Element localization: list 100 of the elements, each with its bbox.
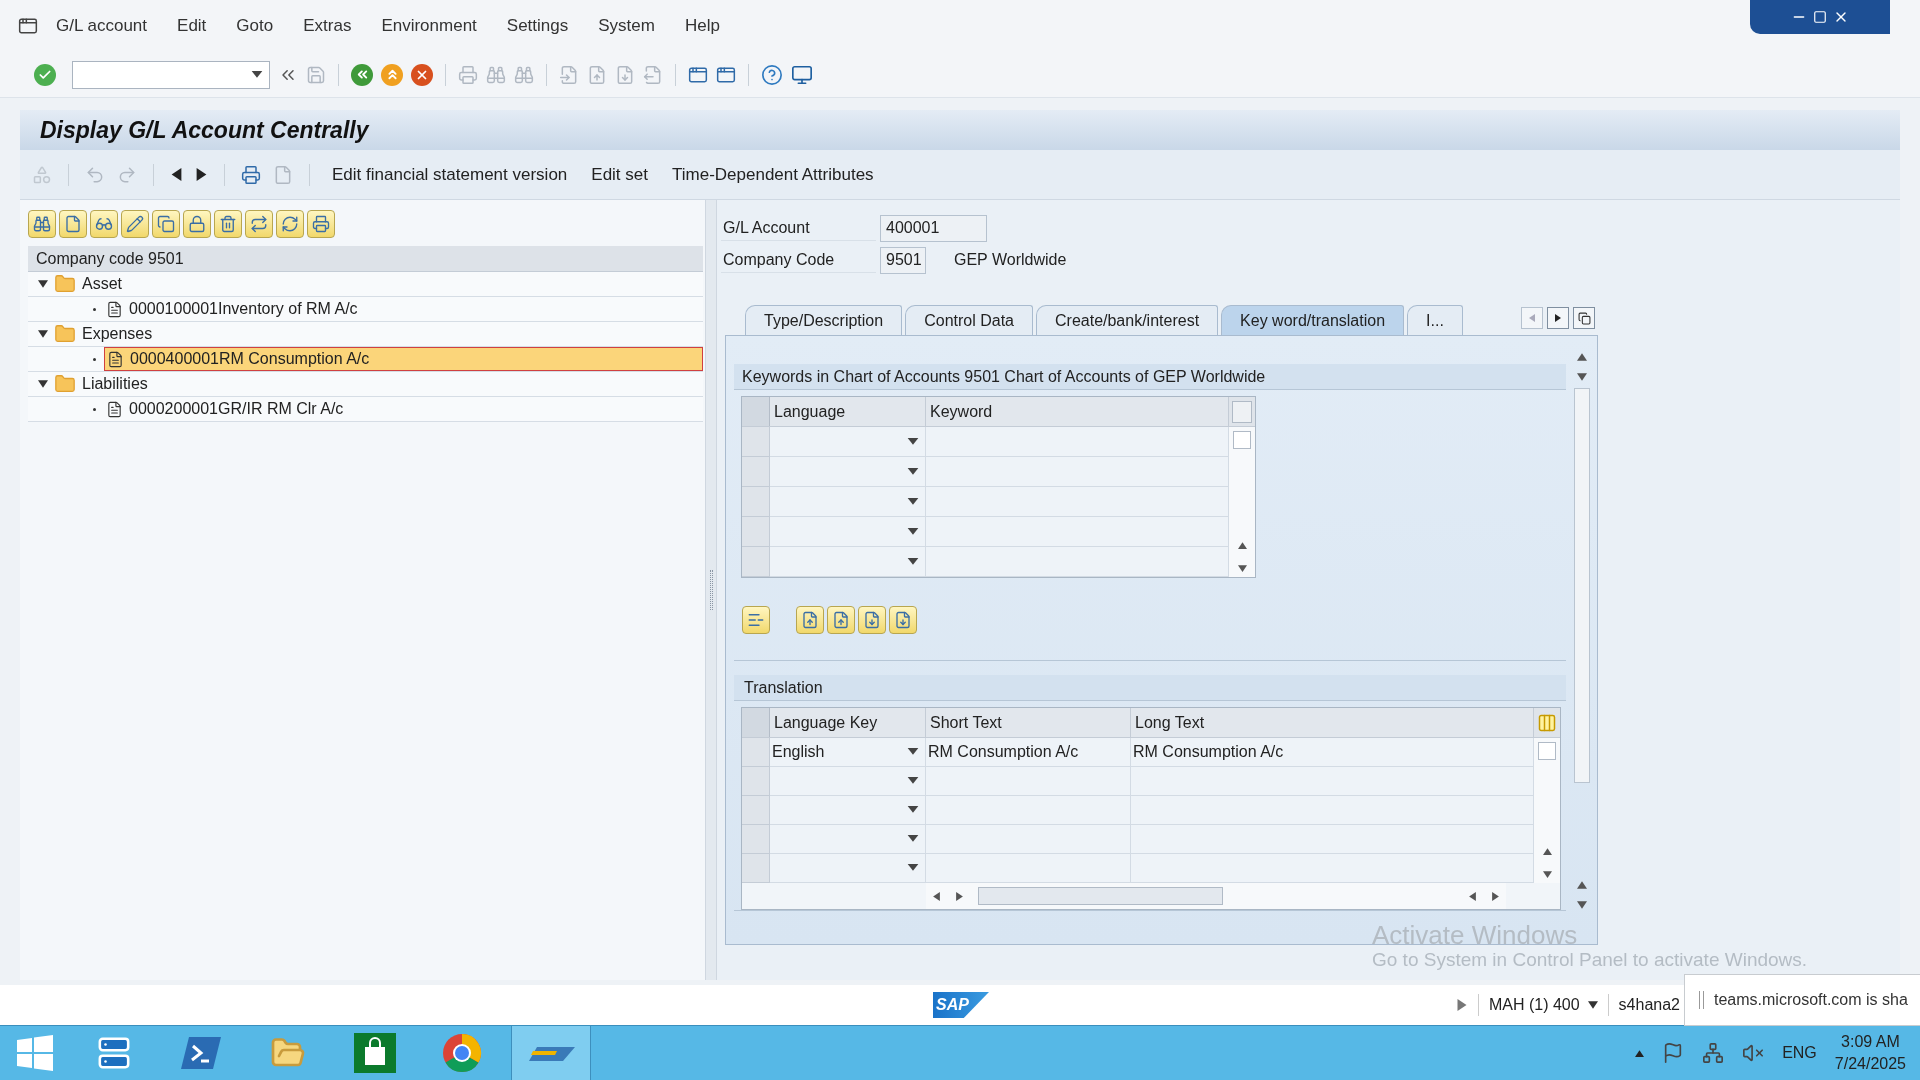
input-field[interactable] <box>1131 854 1534 883</box>
input-field[interactable] <box>926 547 1229 577</box>
dropdown-field[interactable] <box>770 854 926 883</box>
toolbar-button[interactable]: Edit financial statement version <box>326 161 574 188</box>
drag-handle-icon[interactable] <box>1699 991 1704 1009</box>
dropdown-arrow-icon[interactable] <box>907 497 919 506</box>
scroll-right-button[interactable] <box>1547 307 1569 329</box>
dropdown-arrow-icon[interactable] <box>907 748 919 756</box>
row-selector[interactable] <box>742 854 770 883</box>
scrollbar-thumb[interactable] <box>1538 742 1556 760</box>
cancel-button[interactable] <box>411 63 433 86</box>
tab[interactable]: Key word/translation <box>1221 305 1405 335</box>
caret-icon[interactable] <box>38 379 48 389</box>
find-icon-button[interactable] <box>28 210 56 238</box>
tab[interactable]: Type/Description <box>745 305 903 335</box>
previous-row-icon-button[interactable] <box>827 606 855 634</box>
next-page-icon[interactable] <box>615 64 635 85</box>
volume-muted-icon[interactable] <box>1742 1042 1765 1064</box>
row-selector[interactable] <box>742 487 770 517</box>
dropdown-field[interactable] <box>770 427 926 457</box>
input-field[interactable] <box>1131 825 1534 854</box>
print-icon[interactable] <box>458 64 478 85</box>
edit-icon-button[interactable] <box>121 210 149 238</box>
print-preview-icon[interactable] <box>241 164 261 185</box>
row-selector[interactable] <box>742 457 770 487</box>
caret-icon[interactable] <box>38 279 48 289</box>
dropdown-arrow-icon[interactable] <box>251 70 263 79</box>
hierarchy-icon[interactable] <box>32 164 52 185</box>
tree-item[interactable]: 0000400001RM Consumption A/c <box>104 347 703 371</box>
menu-item[interactable]: Goto <box>236 13 274 39</box>
menu-item[interactable]: Environment <box>381 13 477 39</box>
store-icon[interactable] <box>353 1033 396 1073</box>
input-field[interactable]: 400001 <box>880 214 987 242</box>
input-field[interactable] <box>1131 796 1534 825</box>
refresh-icon-button[interactable] <box>276 210 304 238</box>
input-field[interactable] <box>1131 767 1534 796</box>
server-manager-icon[interactable] <box>96 1036 131 1070</box>
scrollbar-thumb[interactable] <box>1233 431 1251 449</box>
terminal-icon[interactable] <box>180 1037 221 1069</box>
column-settings-button[interactable] <box>1232 400 1252 423</box>
dropdown-arrow-icon[interactable] <box>907 864 919 872</box>
find-icon[interactable] <box>486 64 506 85</box>
row-selector[interactable] <box>742 738 770 767</box>
tab[interactable]: Control Data <box>905 305 1033 335</box>
dropdown-arrow-icon[interactable] <box>907 437 919 446</box>
menu-item[interactable]: System <box>598 13 655 39</box>
swap-icon-button[interactable] <box>245 210 273 238</box>
row-selector[interactable] <box>742 517 770 547</box>
dropdown-arrow-icon[interactable] <box>907 527 919 536</box>
menu-item[interactable]: Extras <box>303 13 352 39</box>
next-row-icon-button[interactable] <box>858 606 886 634</box>
menu-item[interactable]: Edit <box>177 13 207 39</box>
exit-button[interactable] <box>381 63 403 86</box>
scrollbar-thumb[interactable] <box>1574 388 1590 783</box>
dropdown-arrow-icon[interactable] <box>907 467 919 476</box>
command-field[interactable] <box>72 60 270 89</box>
vertical-scrollbar[interactable] <box>1229 427 1255 577</box>
dropdown-field[interactable] <box>770 796 926 825</box>
tree-item[interactable]: Liabilities <box>54 372 152 396</box>
input-field[interactable] <box>926 427 1229 457</box>
toolbar-button[interactable]: Time-Dependent Attributes <box>666 161 880 188</box>
tree-item[interactable]: 0000200001GR/IR RM Clr A/c <box>104 397 703 421</box>
horizontal-scrollbar[interactable] <box>926 883 1506 909</box>
tab[interactable]: I... <box>1407 305 1463 335</box>
input-field[interactable] <box>926 854 1131 883</box>
taskbar-app-button[interactable] <box>511 1026 591 1080</box>
help-icon[interactable] <box>761 63 783 86</box>
input-field[interactable] <box>926 767 1131 796</box>
splitter-handle[interactable] <box>709 570 713 610</box>
first-page-icon[interactable] <box>559 64 579 85</box>
dropdown-arrow-icon[interactable] <box>907 557 919 566</box>
row-selector[interactable] <box>742 547 770 577</box>
row-selector[interactable] <box>742 427 770 457</box>
vertical-scrollbar[interactable] <box>1571 352 1593 910</box>
row-selector[interactable] <box>742 796 770 825</box>
caret-icon[interactable] <box>38 329 48 339</box>
scrollbar-thumb[interactable] <box>978 887 1223 905</box>
dropdown-field[interactable]: English <box>770 738 926 767</box>
previous-page-icon[interactable] <box>587 64 607 85</box>
last-page-icon[interactable] <box>643 64 663 85</box>
input-field[interactable] <box>926 517 1229 547</box>
input-field[interactable]: RM Consumption A/c <box>926 738 1131 767</box>
vertical-scrollbar[interactable] <box>1534 738 1560 883</box>
monitor-icon[interactable] <box>791 63 813 86</box>
tree-item[interactable]: Asset <box>54 272 126 296</box>
document-icon[interactable] <box>273 164 293 185</box>
dropdown-field[interactable] <box>770 767 926 796</box>
menu-icon[interactable] <box>18 16 38 36</box>
enter-button[interactable] <box>34 63 56 86</box>
maximize-icon[interactable] <box>1813 10 1827 24</box>
menu-item[interactable]: Settings <box>506 13 569 39</box>
find-next-icon[interactable] <box>514 64 534 85</box>
row-selector[interactable] <box>742 767 770 796</box>
input-field[interactable]: RM Consumption A/c <box>1131 738 1534 767</box>
display-icon-button[interactable] <box>90 210 118 238</box>
select-all-button[interactable] <box>742 397 770 426</box>
dropdown-field[interactable] <box>770 547 926 577</box>
column-layout-icon[interactable] <box>1537 712 1557 733</box>
menu-item[interactable]: Help <box>684 13 720 39</box>
toolbar-button[interactable]: Edit set <box>585 161 654 188</box>
